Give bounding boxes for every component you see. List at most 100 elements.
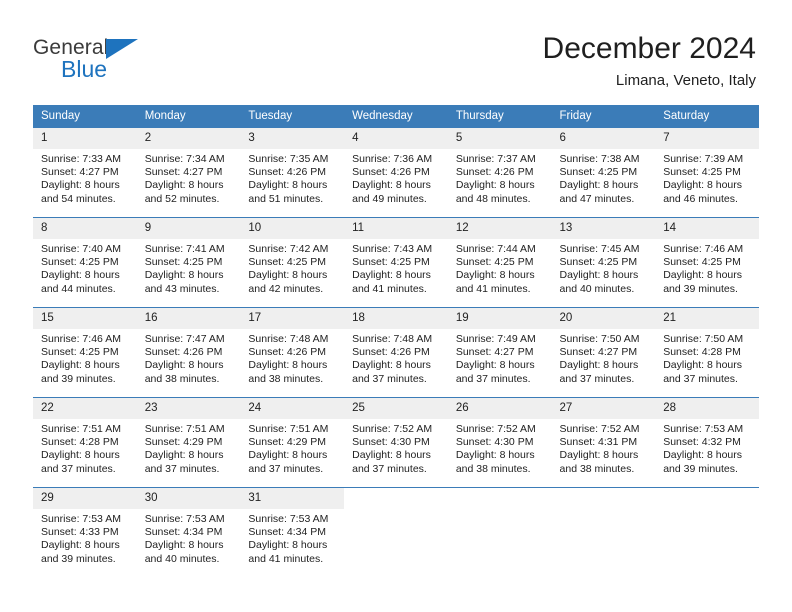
generalblue-logo[interactable]: General Blue (33, 36, 233, 86)
daylight-text-line2: and 39 minutes. (41, 552, 116, 565)
day-info: Sunrise: 7:44 AM Sunset: 4:25 PM Daylight:… (448, 239, 552, 296)
page-subtitle: Limana, Veneto, Italy (615, 72, 756, 89)
day-number: 20 (551, 308, 656, 329)
daylight-text-line1: Daylight: 8 hours (248, 359, 328, 372)
day-info: Sunrise: 7:41 AM Sunset: 4:25 PM Daylight:… (137, 239, 241, 296)
calendar-day-cell[interactable]: 20 Sunrise: 7:50 AM Sunset: 4:27 PM Dayligh… (551, 307, 656, 398)
day-info: Sunrise: 7:38 AM Sunset: 4:25 PM Daylight:… (552, 149, 656, 206)
calendar-day-cell[interactable]: 24 Sunrise: 7:51 AM Sunset: 4:29 PM Dayligh… (240, 397, 345, 488)
calendar-day-cell[interactable]: 26 Sunrise: 7:52 AM Sunset: 4:30 PM Dayligh… (447, 397, 552, 488)
page-header: General Blue December 2024 Limana, Venet… (0, 0, 792, 96)
sunrise-text: Sunrise: 7:51 AM (41, 423, 121, 435)
calendar-week-row: 15 Sunrise: 7:46 AM Sunset: 4:25 PM Dayligh… (33, 307, 759, 398)
day-info: Sunrise: 7:47 AM Sunset: 4:26 PM Daylight:… (137, 329, 241, 386)
sunset-text: Sunset: 4:25 PM (663, 256, 741, 269)
calendar-day-cell[interactable]: 29 Sunrise: 7:53 AM Sunset: 4:33 PM Dayligh… (33, 487, 137, 577)
daylight-text-line1: Daylight: 8 hours (248, 179, 328, 192)
day-number: 25 (344, 398, 448, 419)
day-info: Sunrise: 7:53 AM Sunset: 4:33 PM Daylight:… (33, 509, 137, 566)
day-number: 9 (136, 218, 241, 239)
daylight-text-line2: and 41 minutes. (248, 552, 324, 565)
daylight-text-line1: Daylight: 8 hours (455, 269, 535, 282)
day-number: 19 (447, 308, 552, 329)
calendar-day-cell[interactable]: 28 Sunrise: 7:53 AM Sunset: 4:32 PM Dayligh… (655, 397, 759, 488)
day-number: 17 (240, 308, 345, 329)
day-info: Sunrise: 7:46 AM Sunset: 4:25 PM Daylight:… (655, 239, 759, 296)
day-number: 7 (655, 128, 759, 149)
calendar-day-cell[interactable]: 30 Sunrise: 7:53 AM Sunset: 4:34 PM Dayligh… (136, 487, 241, 577)
day-number: 10 (240, 218, 345, 239)
daylight-text-line1: Daylight: 8 hours (144, 449, 224, 462)
sunset-text: Sunset: 4:25 PM (663, 166, 741, 179)
daylight-text-line1: Daylight: 8 hours (559, 449, 639, 462)
daylight-text-line2: and 37 minutes. (248, 462, 324, 475)
calendar-day-cell[interactable]: 6 Sunrise: 7:38 AM Sunset: 4:25 PM Daylight… (551, 127, 656, 218)
daylight-text-line1: Daylight: 8 hours (559, 269, 639, 282)
day-info: Sunrise: 7:48 AM Sunset: 4:26 PM Daylight:… (344, 329, 448, 386)
calendar-week-row: 29 Sunrise: 7:53 AM Sunset: 4:33 PM Dayligh… (33, 487, 759, 577)
calendar-day-cell[interactable]: 31 Sunrise: 7:53 AM Sunset: 4:34 PM Dayligh… (240, 487, 345, 577)
calendar-cell-empty (447, 487, 552, 577)
sunset-text: Sunset: 4:26 PM (455, 166, 534, 179)
calendar-day-cell[interactable]: 7 Sunrise: 7:39 AM Sunset: 4:25 PM Daylight… (655, 127, 759, 218)
day-info: Sunrise: 7:33 AM Sunset: 4:27 PM Daylight:… (33, 149, 137, 206)
calendar-day-cell[interactable]: 2 Sunrise: 7:34 AM Sunset: 4:27 PM Daylight… (136, 127, 241, 218)
calendar-day-cell[interactable]: 22 Sunrise: 7:51 AM Sunset: 4:28 PM Dayligh… (33, 397, 137, 488)
calendar-day-cell[interactable]: 11 Sunrise: 7:43 AM Sunset: 4:25 PM Dayligh… (344, 217, 448, 308)
calendar-day-cell[interactable]: 9 Sunrise: 7:41 AM Sunset: 4:25 PM Daylight… (136, 217, 241, 308)
day-number: 2 (136, 128, 241, 149)
calendar-day-cell[interactable]: 4 Sunrise: 7:36 AM Sunset: 4:26 PM Daylight… (344, 127, 448, 218)
day-number: 1 (33, 128, 137, 149)
day-info: Sunrise: 7:51 AM Sunset: 4:28 PM Daylight:… (33, 419, 137, 476)
day-number: 5 (447, 128, 552, 149)
calendar-day-cell[interactable]: 27 Sunrise: 7:52 AM Sunset: 4:31 PM Dayligh… (551, 397, 656, 488)
sunset-text: Sunset: 4:30 PM (455, 436, 534, 449)
day-number: 13 (551, 218, 656, 239)
calendar-day-cell[interactable]: 8 Sunrise: 7:40 AM Sunset: 4:25 PM Daylight… (33, 217, 137, 308)
calendar-week-row: 22 Sunrise: 7:51 AM Sunset: 4:28 PM Dayligh… (33, 397, 759, 488)
sunrise-text: Sunrise: 7:44 AM (455, 243, 536, 255)
calendar-day-cell[interactable]: 10 Sunrise: 7:42 AM Sunset: 4:25 PM Dayligh… (240, 217, 345, 308)
calendar-day-cell[interactable]: 3 Sunrise: 7:35 AM Sunset: 4:26 PM Daylight… (240, 127, 345, 218)
calendar-day-cell[interactable]: 16 Sunrise: 7:47 AM Sunset: 4:26 PM Dayligh… (136, 307, 241, 398)
calendar-day-cell[interactable]: 21 Sunrise: 7:50 AM Sunset: 4:28 PM Dayligh… (655, 307, 759, 398)
calendar-day-cell[interactable]: 5 Sunrise: 7:37 AM Sunset: 4:26 PM Daylight… (447, 127, 552, 218)
calendar-day-cell[interactable]: 19 Sunrise: 7:49 AM Sunset: 4:27 PM Dayligh… (447, 307, 552, 398)
daylight-text-line1: Daylight: 8 hours (559, 179, 639, 192)
sunset-text: Sunset: 4:34 PM (248, 526, 327, 539)
sunset-text: Sunset: 4:28 PM (41, 436, 119, 449)
day-info: Sunrise: 7:45 AM Sunset: 4:25 PM Daylight:… (552, 239, 656, 296)
calendar-day-cell[interactable]: 12 Sunrise: 7:44 AM Sunset: 4:25 PM Dayligh… (447, 217, 552, 308)
calendar-day-cell[interactable]: 1 Sunrise: 7:33 AM Sunset: 4:27 PM Daylight… (33, 127, 137, 218)
calendar-day-cell[interactable]: 17 Sunrise: 7:48 AM Sunset: 4:26 PM Dayligh… (240, 307, 345, 398)
calendar-day-cell[interactable]: 25 Sunrise: 7:52 AM Sunset: 4:30 PM Dayligh… (344, 397, 448, 488)
daylight-text-line2: and 37 minutes. (41, 462, 116, 475)
day-number (344, 488, 448, 509)
daylight-text-line1: Daylight: 8 hours (144, 359, 224, 372)
daylight-text-line1: Daylight: 8 hours (352, 359, 431, 372)
sunrise-text: Sunrise: 7:47 AM (144, 333, 225, 345)
calendar-day-cell[interactable]: 14 Sunrise: 7:46 AM Sunset: 4:25 PM Dayligh… (655, 217, 759, 308)
weekday-header-friday: Friday (551, 105, 656, 128)
sunset-text: Sunset: 4:31 PM (559, 436, 638, 449)
sunrise-text: Sunrise: 7:45 AM (559, 243, 640, 255)
daylight-text-line2: and 38 minutes. (144, 372, 220, 385)
page-title: December 2024 (542, 32, 756, 65)
daylight-text-line1: Daylight: 8 hours (41, 539, 120, 552)
sunset-text: Sunset: 4:32 PM (663, 436, 741, 449)
calendar-day-cell[interactable]: 13 Sunrise: 7:45 AM Sunset: 4:25 PM Dayligh… (551, 217, 656, 308)
title-block: December 2024 Limana, Veneto, Italy (543, 30, 756, 92)
day-number: 16 (136, 308, 241, 329)
sunset-text: Sunset: 4:33 PM (41, 526, 119, 539)
calendar-day-cell[interactable]: 15 Sunrise: 7:46 AM Sunset: 4:25 PM Dayligh… (33, 307, 137, 398)
daylight-text-line1: Daylight: 8 hours (663, 449, 743, 462)
day-number: 6 (551, 128, 656, 149)
day-info: Sunrise: 7:53 AM Sunset: 4:32 PM Daylight:… (655, 419, 759, 476)
sunrise-text: Sunrise: 7:36 AM (352, 153, 433, 165)
sunrise-text: Sunrise: 7:41 AM (144, 243, 225, 255)
sunset-text: Sunset: 4:25 PM (559, 166, 638, 179)
calendar-day-cell[interactable]: 18 Sunrise: 7:48 AM Sunset: 4:26 PM Dayligh… (344, 307, 448, 398)
calendar-day-cell[interactable]: 23 Sunrise: 7:51 AM Sunset: 4:29 PM Dayligh… (136, 397, 241, 488)
daylight-text-line2: and 49 minutes. (352, 192, 427, 205)
daylight-text-line2: and 41 minutes. (455, 282, 531, 295)
